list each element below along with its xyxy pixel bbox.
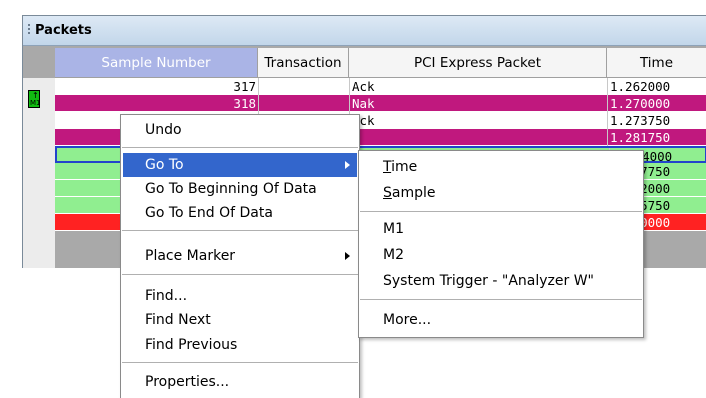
cell-time: 1.262000 (610, 79, 671, 94)
submenu-arrow-icon (345, 252, 350, 260)
menu-separator (122, 230, 358, 231)
menu-item-label: Find Previous (145, 337, 238, 353)
cell-time: 1.273750 (610, 113, 671, 128)
column-divider (349, 78, 350, 95)
menu-separator (122, 274, 358, 275)
window-titlebar[interactable]: Packets (23, 16, 706, 46)
cell-pci-express-packet: Nak (352, 96, 375, 111)
menu-item-label: Find Next (145, 312, 211, 328)
submenu-item-m2[interactable]: M2 (361, 243, 641, 267)
menu-item-find-previous[interactable]: Find Previous (123, 333, 357, 357)
menu-item-label: M1 (383, 221, 404, 237)
column-divider (607, 112, 608, 129)
cell-pci-express-packet (350, 129, 604, 146)
menu-item-label: System Trigger - "Analyzer W" (383, 273, 594, 289)
column-divider (349, 95, 350, 112)
column-divider (258, 95, 259, 112)
menu-item-go-to-end[interactable]: Go To End Of Data (123, 201, 357, 225)
column-header-time[interactable]: Time (607, 48, 706, 78)
menu-item-go-to[interactable]: Go To (123, 153, 357, 177)
menu-separator (122, 362, 358, 363)
menu-item-undo[interactable]: Undo (123, 118, 357, 142)
window-title: Packets (35, 23, 92, 38)
context-menu: Undo Go To Go To Beginning Of Data Go To… (120, 114, 360, 398)
column-header-sample-number[interactable]: Sample Number (55, 48, 258, 78)
menu-item-label: Go To End Of Data (145, 205, 273, 221)
marker-label: M1 (30, 99, 41, 107)
submenu-item-sample[interactable]: Sample (361, 181, 641, 205)
access-key: S (383, 185, 392, 201)
menu-item-label: Undo (145, 122, 182, 138)
submenu-item-system-trigger[interactable]: System Trigger - "Analyzer W" (361, 269, 641, 293)
marker-m1-icon[interactable]: ↑ M1 (28, 90, 41, 108)
access-key: T (383, 159, 392, 175)
cell-sample-number: 317 (233, 79, 256, 94)
menu-separator (122, 147, 358, 148)
drag-grip-icon[interactable] (28, 24, 30, 36)
column-divider (607, 78, 608, 95)
menu-separator (360, 299, 642, 300)
column-divider (607, 95, 608, 112)
cell-time: 1.270000 (610, 96, 671, 111)
menu-item-label: Properties... (145, 374, 230, 390)
menu-item-label: Go To (145, 157, 184, 173)
menu-item-find[interactable]: Find... (123, 284, 357, 308)
menu-item-label: Find... (145, 288, 188, 304)
menu-item-go-to-beginning[interactable]: Go To Beginning Of Data (123, 177, 357, 201)
column-divider (258, 78, 259, 95)
cell-pci-express-packet: Ack (352, 113, 375, 128)
submenu-item-time[interactable]: Time (361, 155, 641, 179)
menu-item-label: Go To Beginning Of Data (145, 181, 317, 197)
column-header-transaction[interactable]: Transaction (258, 48, 349, 78)
menu-item-label: More... (383, 312, 432, 328)
submenu-item-more[interactable]: More... (361, 308, 641, 332)
marker-arrow-icon: ↑ (32, 91, 39, 100)
menu-item-properties[interactable]: Properties... (123, 370, 357, 394)
menu-item-label: ample (391, 185, 436, 201)
table-row[interactable]: 318 Nak 1.270000 (55, 95, 706, 112)
column-divider (607, 129, 608, 146)
menu-item-label: M2 (383, 247, 404, 263)
menu-item-label: Place Marker (145, 248, 236, 264)
go-to-submenu: Time Sample M1 M2 System Trigger - "Anal… (358, 150, 644, 338)
menu-separator (360, 211, 642, 212)
cell-sample-number: 318 (233, 96, 256, 111)
table-row[interactable]: 317 Ack 1.262000 (55, 78, 706, 95)
cell-pci-express-packet: Ack (352, 79, 375, 94)
column-header-pci-express-packet[interactable]: PCI Express Packet (349, 48, 607, 78)
submenu-arrow-icon (345, 161, 350, 169)
submenu-item-m1[interactable]: M1 (361, 217, 641, 241)
menu-item-label: ime (391, 159, 418, 175)
cell-time: 1.281750 (610, 130, 671, 145)
menu-item-place-marker[interactable]: Place Marker (123, 244, 357, 268)
menu-item-find-next[interactable]: Find Next (123, 308, 357, 332)
